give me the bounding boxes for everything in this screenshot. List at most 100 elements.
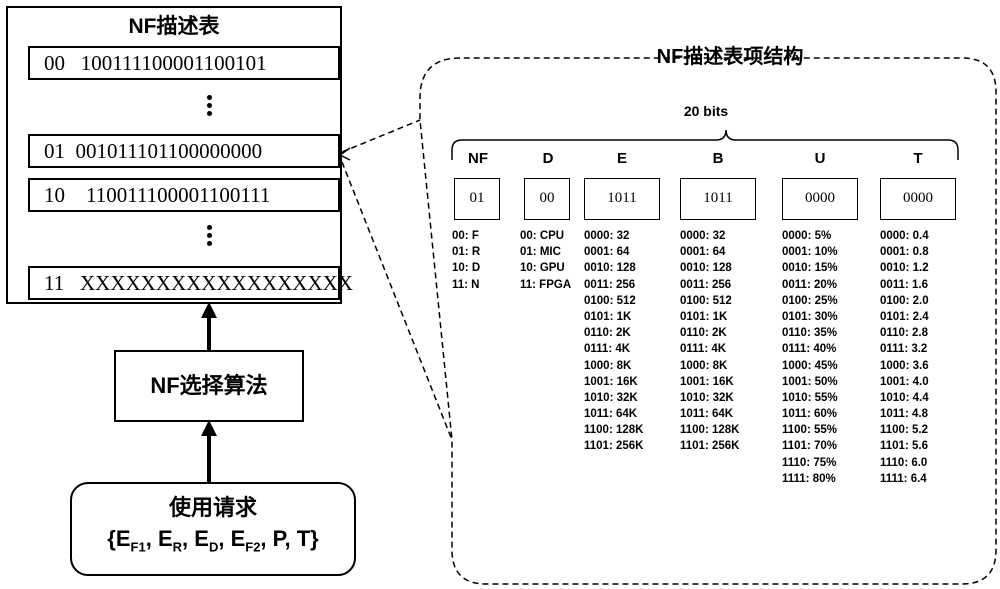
option-item: 1101: 256K [584, 440, 644, 453]
option-item: 11: FPGA [520, 278, 572, 291]
option-item: 0000: 32 [680, 230, 726, 242]
dashed-connector [341, 119, 421, 153]
option-item: 1001: 50% [782, 375, 838, 388]
option-item: 0011: 20% [782, 278, 837, 291]
param-ef1: EF1 [115, 526, 146, 555]
option-item: 01: MIC [520, 246, 561, 259]
option-item: 1010: 32K [584, 391, 638, 404]
usage-request-box: 使用请求 {EF1, ER, ED, EF2, P, T} [70, 482, 356, 576]
option-item: 0000: 0.4 [880, 230, 929, 242]
option-item: 01: R [452, 246, 481, 259]
field-options-d: 00: CPU 01: MIC 10: GPU 11: FPGA [520, 228, 571, 293]
option-item: 0101: 1K [680, 310, 728, 323]
field-header-u: U [814, 150, 826, 167]
option-item: 1000: 8K [680, 359, 728, 372]
option-item: 0111: 4K [584, 343, 631, 356]
option-item: 0001: 64 [680, 246, 726, 259]
option-item: 0111: 4K [680, 343, 727, 356]
option-item: 1011: 60% [782, 408, 837, 421]
option-item: 1000: 8K [584, 359, 632, 372]
option-item: 0010: 128 [680, 262, 732, 275]
option-item: 1100: 55% [782, 424, 837, 437]
arrow-up-icon [201, 420, 217, 436]
option-item: 0000: 32 [584, 230, 630, 242]
request-title: 使用请求 [168, 495, 257, 520]
option-item: 1010: 4.4 [880, 391, 929, 404]
option-item: 1011: 64K [680, 408, 734, 421]
field-value-d: 00 [524, 178, 570, 220]
field-options-nf: 00: F 01: R 10: D 11: N [452, 228, 480, 293]
option-item: 1000: 3.6 [880, 359, 929, 372]
option-item: 1101: 256K [680, 440, 740, 453]
option-item: 11: N [452, 278, 480, 291]
field-header-nf: NF [468, 150, 488, 167]
dashed-connector [341, 161, 453, 441]
option-item: 1101: 70% [782, 440, 837, 453]
option-item: 1001: 16K [584, 375, 638, 388]
option-item: 1101: 5.6 [880, 440, 928, 453]
option-item: 0101: 1K [584, 310, 632, 323]
option-item: 00: CPU [520, 230, 565, 242]
option-item: 0100: 512 [584, 294, 636, 307]
option-item: 0001: 0.8 [880, 246, 929, 259]
option-item: 1011: 4.8 [880, 408, 928, 421]
param-er: ER [157, 526, 183, 555]
field-options-e: 0000: 32 0001: 64 0010: 128 0011: 256 0100: … [584, 228, 643, 455]
option-item: 0010: 128 [584, 262, 636, 275]
option-item: 1001: 4.0 [880, 375, 929, 388]
option-item: 1011: 64K [584, 408, 638, 421]
arrow-up-icon [201, 302, 217, 318]
option-item: 0110: 2.8 [880, 327, 928, 340]
field-value-b: 1011 [680, 178, 756, 220]
option-item: 1010: 55% [782, 391, 838, 404]
option-item: 0100: 2.0 [880, 294, 929, 307]
param-ed: ED [194, 526, 219, 555]
pointer-icon [338, 147, 351, 161]
option-item: 0011: 256 [584, 278, 636, 291]
option-item: 0001: 10% [782, 246, 838, 259]
option-item: 00: F [452, 230, 479, 242]
option-item: 1001: 16K [680, 375, 734, 388]
param-ef2: EF2 [230, 526, 261, 555]
option-item: 1010: 32K [680, 391, 734, 404]
nf-selection-algorithm-box: NF选择算法 [114, 350, 304, 422]
option-item: 0101: 2.4 [880, 310, 929, 323]
option-item: 0110: 2K [680, 327, 727, 340]
option-item: 1110: 75% [782, 456, 837, 469]
field-value-u: 0000 [782, 178, 858, 220]
field-value-t: 0000 [880, 178, 956, 220]
option-item: 0001: 64 [584, 246, 630, 259]
option-item: 0010: 15% [782, 262, 838, 275]
option-item: 0110: 35% [782, 327, 837, 340]
option-item: 0111: 3.2 [880, 343, 928, 356]
option-item: 1110: 6.0 [880, 456, 928, 469]
option-item: 0111: 40% [782, 343, 837, 356]
option-item: 1111: 80% [782, 472, 836, 485]
algorithm-label: NF选择算法 [150, 373, 268, 398]
option-item: 0110: 2K [584, 327, 631, 340]
option-item: 1111: 6.4 [880, 472, 927, 485]
field-value-nf: 01 [454, 178, 500, 220]
option-item: 0101: 30% [782, 310, 838, 323]
option-item: 0100: 25% [782, 294, 838, 307]
option-item: 10: GPU [520, 262, 565, 275]
field-options-b: 0000: 32 0001: 64 0010: 128 0011: 256 0100: … [680, 228, 739, 455]
field-header-e: E [616, 150, 627, 167]
field-header-t: T [913, 150, 923, 167]
field-value-e: 1011 [584, 178, 660, 220]
option-item: 1100: 128K [680, 424, 740, 437]
field-header-d: D [542, 150, 554, 167]
option-item: 0011: 256 [680, 278, 732, 291]
option-item: 10: D [452, 262, 481, 275]
field-options-t: 0000: 0.4 0001: 0.8 0010: 1.2 0011: 1.6 0100… [880, 228, 929, 487]
option-item: 1100: 128K [584, 424, 644, 437]
option-item: 1100: 5.2 [880, 424, 928, 437]
request-params: {EF1, ER, ED, EF2, P, T} [107, 526, 319, 555]
structure-panel-title: NF描述表项结构 [656, 46, 804, 68]
option-item: 0011: 1.6 [880, 278, 928, 291]
option-item: 0100: 512 [680, 294, 732, 307]
bit-width-label: 20 bits [683, 103, 729, 119]
option-item: 1000: 45% [782, 359, 838, 372]
option-item: 0010: 1.2 [880, 262, 929, 275]
field-options-u: 0000: 5% 0001: 10% 0010: 15% 0011: 20% 0100:… [782, 228, 838, 487]
